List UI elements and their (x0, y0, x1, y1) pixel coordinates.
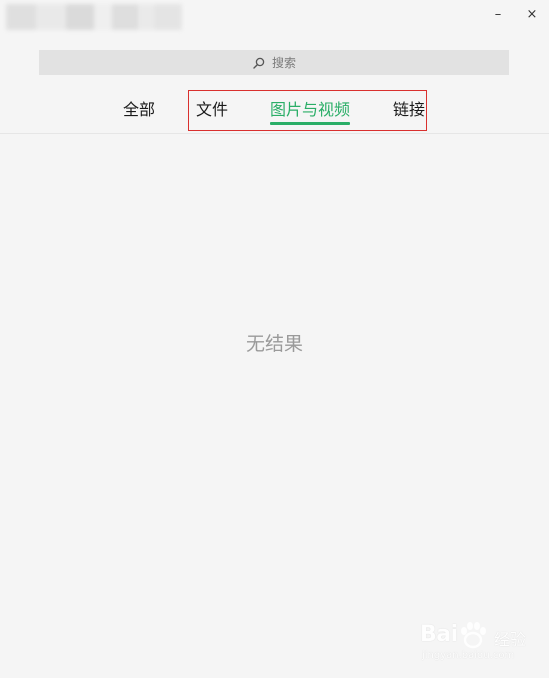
search-icon (252, 56, 266, 70)
search-input[interactable]: 搜索 (39, 50, 509, 75)
watermark: Bai 经验 jingyan.baidu.com (420, 622, 530, 670)
tab-all[interactable]: 全部 (123, 99, 155, 123)
tab-links[interactable]: 链接 (393, 99, 425, 123)
tab-files[interactable]: 文件 (196, 99, 228, 123)
search-placeholder: 搜索 (271, 56, 296, 70)
search-window: – × 搜索 全部 文件 图片与视频 链接 无结果 Bai 经验 jingyan… (0, 0, 549, 678)
watermark-logo: Bai (420, 622, 458, 647)
active-tab-indicator (270, 122, 350, 125)
blurred-title (6, 4, 182, 30)
paw-icon (456, 620, 490, 654)
close-button[interactable]: × (520, 4, 544, 24)
divider (0, 133, 549, 134)
minimize-button[interactable]: – (486, 4, 510, 24)
watermark-sub: 经验 (494, 630, 527, 649)
watermark-url: jingyan.baidu.com (422, 650, 515, 661)
empty-results-message: 无结果 (245, 333, 303, 355)
tab-images-videos[interactable]: 图片与视频 (270, 99, 350, 123)
